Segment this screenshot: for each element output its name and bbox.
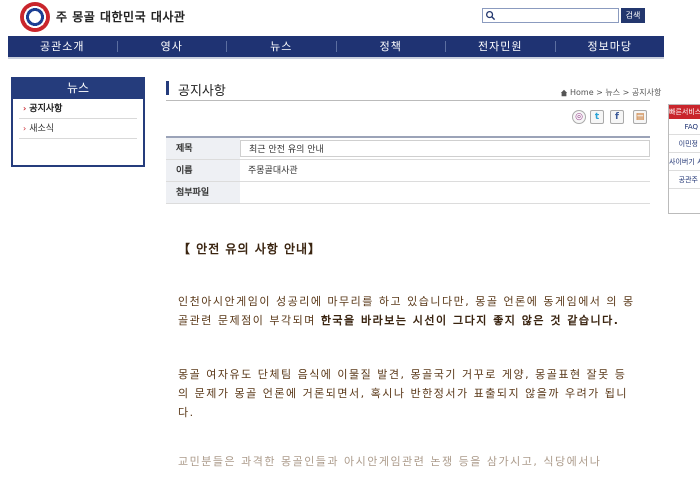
main-nav: 공관소개 영사 뉴스 정책 전자민원 정보마당 [8, 36, 664, 57]
me2day-icon[interactable]: ◎ [572, 110, 586, 124]
quick-item-faq[interactable]: FAQ [669, 119, 700, 135]
attachment-label: 첨부파일 [166, 182, 240, 203]
sidebar-item-label: 새소식 [29, 124, 55, 134]
article-body: 【 안전 유의 사항 안내】 인천아시안게임이 성공리에 마무리를 하고 있습니… [178, 240, 638, 471]
nav-item-info[interactable]: 정보마당 [556, 36, 665, 57]
nav-underline [8, 57, 664, 59]
search-input[interactable] [482, 8, 619, 23]
sidebar: 뉴스 › 공지사항 › 새소식 [11, 77, 145, 167]
facebook-icon[interactable]: f [610, 110, 624, 124]
site-header: 주 몽골 대한민국 대사관 검색 [0, 0, 700, 36]
title-divider [166, 100, 650, 101]
info-row-name: 이름 주몽골대사관 [166, 160, 650, 182]
bullet-arrow-icon: › [23, 104, 27, 113]
nav-item-about[interactable]: 공관소개 [8, 36, 117, 57]
attachment-value[interactable] [240, 182, 650, 203]
home-icon[interactable] [560, 89, 568, 97]
print-icon[interactable]: ▤ [633, 110, 647, 124]
post-info-table: 제목 최근 안전 유의 안내 이름 주몽골대사관 첨부파일 [166, 136, 650, 204]
subject-label: 제목 [166, 138, 240, 159]
nav-item-e-civil[interactable]: 전자민원 [446, 36, 555, 57]
bullet-arrow-icon: › [23, 124, 27, 133]
quick-item-embassy[interactable]: 공관주 [669, 171, 700, 189]
name-value: 주몽골대사관 [248, 166, 298, 176]
quick-service-menu: 빠른서비스 FAQ 이민정 사이버기 서비스 공관주 [668, 104, 700, 214]
breadcrumb-text[interactable]: Home > 뉴스 > 공지사항 [570, 88, 661, 97]
article-paragraph-1: 인천아시안게임이 성공리에 마무리를 하고 있습니다만, 몽골 언론에 동게임에… [178, 292, 638, 330]
sidebar-item-news[interactable]: › 새소식 [19, 119, 137, 139]
sidebar-title: 뉴스 [11, 77, 145, 99]
quick-item-cyber-service[interactable]: 사이버기 서비스 [669, 153, 700, 171]
twitter-icon[interactable]: t [590, 110, 604, 124]
info-row-attachment: 첨부파일 [166, 182, 650, 204]
name-label: 이름 [166, 160, 240, 181]
article-paragraph-2: 몽골 여자유도 단체팀 음식에 이물질 발견, 몽골국기 거꾸로 게양, 몽골표… [178, 368, 629, 419]
nav-item-policy[interactable]: 정책 [337, 36, 446, 57]
title-accent-bar [166, 81, 169, 95]
embassy-logo-icon[interactable] [20, 2, 50, 32]
article-paragraph-3: 교민분들은 과격한 몽골인들과 아시안게임관련 논쟁 등을 삼가시고, 식당에서… [178, 455, 602, 468]
search-button[interactable]: 검색 [621, 8, 645, 23]
subject-value: 최근 안전 유의 안내 [240, 140, 650, 157]
article-heading: 【 안전 유의 사항 안내】 [178, 242, 322, 256]
quick-menu-title: 빠른서비스 [669, 105, 700, 119]
sidebar-item-notice[interactable]: › 공지사항 [19, 99, 137, 119]
search-icon [486, 11, 496, 21]
sidebar-item-label: 공지사항 [29, 104, 63, 114]
nav-item-news[interactable]: 뉴스 [227, 36, 336, 57]
info-row-subject: 제목 최근 안전 유의 안내 [166, 138, 650, 160]
page-title: 공지사항 [178, 84, 226, 99]
site-title[interactable]: 주 몽골 대한민국 대사관 [56, 8, 185, 25]
paragraph-emphasis: 한국을 바라보는 시선이 그다지 좋지 않은 것 같습니다. [320, 314, 620, 327]
breadcrumb: Home > 뉴스 > 공지사항 [560, 87, 661, 98]
nav-item-consular[interactable]: 영사 [118, 36, 227, 57]
quick-item-immigration[interactable]: 이민정 [669, 135, 700, 153]
